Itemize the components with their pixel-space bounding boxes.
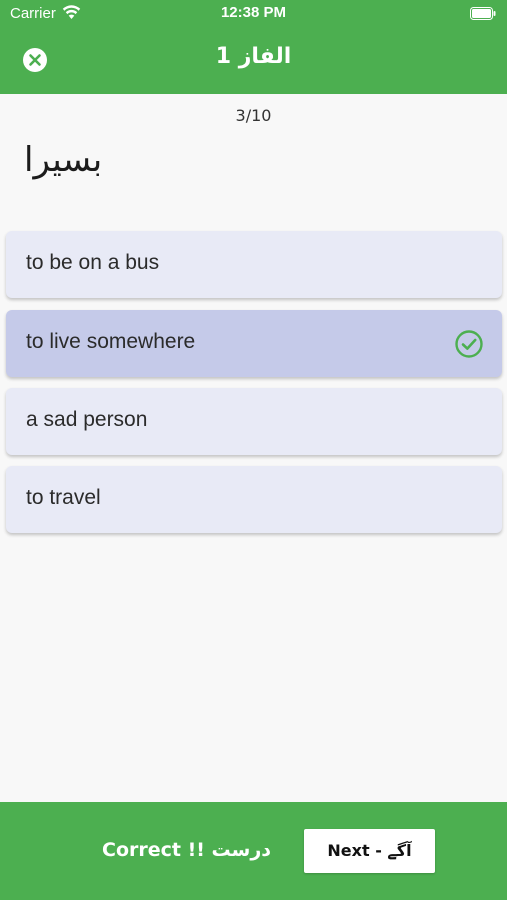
answer-option-2[interactable]: to live somewhere xyxy=(6,310,502,377)
question-progress: 3/10 xyxy=(235,106,272,125)
answer-option-label: a sad person xyxy=(26,408,148,431)
answer-option-label: to travel xyxy=(26,486,101,509)
answer-option-3[interactable]: a sad person xyxy=(6,388,502,455)
page-title: الفاز 1 xyxy=(215,44,292,69)
next-button[interactable]: Next - آگے xyxy=(304,829,435,873)
battery-icon xyxy=(470,7,496,20)
quiz-screen: Carrier 12:38 PM الفاز 1 3/10 بسیرا to b… xyxy=(0,0,507,900)
nav-bar: الفاز 1 xyxy=(0,28,507,94)
top-bar: Carrier 12:38 PM الفاز 1 xyxy=(0,0,507,94)
answer-option-4[interactable]: to travel xyxy=(6,466,502,533)
bottom-bar: Correct !! درست Next - آگے xyxy=(0,802,507,900)
answer-option-label: to live somewhere xyxy=(26,330,196,353)
answer-option-label: to be on a bus xyxy=(26,251,160,274)
answer-option-1[interactable]: to be on a bus xyxy=(6,231,502,298)
status-bar: Carrier 12:38 PM xyxy=(0,0,507,28)
check-circle-icon xyxy=(455,330,483,358)
status-time: 12:38 PM xyxy=(220,4,287,21)
feedback-text: Correct !! درست xyxy=(102,839,272,861)
question-word: بسیرا xyxy=(24,140,103,180)
